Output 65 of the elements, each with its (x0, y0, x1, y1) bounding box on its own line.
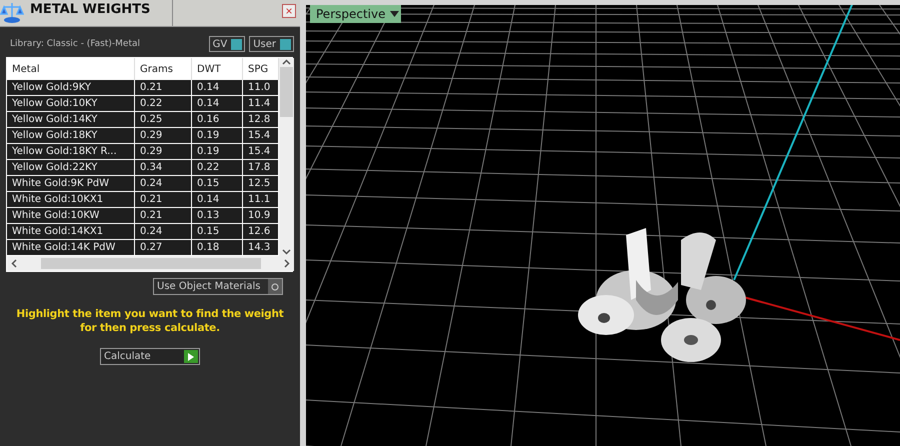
table-cell: 0.15 (192, 176, 243, 192)
table-cell: 0.18 (192, 240, 243, 256)
table-cell: 0.15 (192, 224, 243, 240)
view-mode-tab[interactable]: Perspective (310, 5, 400, 23)
scale-icon (0, 0, 24, 24)
table-cell: 17.8 (243, 160, 279, 176)
table-cell: 0.21 (135, 208, 192, 224)
table-cell: 12.8 (243, 112, 279, 128)
chevron-up-icon[interactable] (282, 58, 291, 67)
table-cell: 0.13 (192, 208, 243, 224)
table-cell: 12.5 (243, 176, 279, 192)
table-cell: 12.6 (243, 224, 279, 240)
table-cell: 0.14 (192, 80, 243, 96)
table-cell: White Gold:10KW (7, 208, 135, 224)
table-cell: 15.4 (243, 128, 279, 144)
table-cell: 0.27 (135, 240, 192, 256)
scrollbar-thumb[interactable] (280, 67, 293, 117)
library-label: Library: Classic - (Fast)-Metal (10, 39, 142, 49)
table-cell: 0.22 (135, 96, 192, 112)
close-button[interactable]: × (282, 4, 296, 18)
table-cell: 11.4 (243, 96, 279, 112)
table-cell: 11.0 (243, 80, 279, 96)
table-cell: 0.19 (192, 128, 243, 144)
instruction-text: Highlight the item you want to find the weight for then press calculate. (15, 307, 285, 335)
table-cell: 0.25 (135, 112, 192, 128)
table-cell: 0.16 (192, 112, 243, 128)
circle-icon (271, 282, 279, 290)
scrollbar-thumb[interactable] (40, 258, 260, 269)
table-cell: White Gold:10KX1 (7, 192, 135, 208)
table-cell: 0.29 (135, 144, 192, 160)
chevron-down-icon[interactable] (282, 247, 291, 256)
table-cell: 14.3 (243, 240, 279, 256)
table-cell: Yellow Gold:14KY (7, 112, 135, 128)
table-cell: Yellow Gold:18KY R... (7, 144, 135, 160)
table-cell: White Gold:9K PdW (7, 176, 135, 192)
table-cell: Yellow Gold:9KY (7, 80, 135, 96)
caret-icon (390, 11, 398, 17)
table-cell: 0.22 (192, 160, 243, 176)
table-cell: 10.9 (243, 208, 279, 224)
table-cell: 0.34 (135, 160, 192, 176)
chevron-right-icon[interactable] (282, 259, 291, 268)
table-cell: Yellow Gold:22KY (7, 160, 135, 176)
table-cell: White Gold:14K PdW (7, 240, 135, 256)
play-icon (188, 352, 194, 360)
table-cell: Yellow Gold:18KY (7, 128, 135, 144)
table-cell: 0.29 (135, 128, 192, 144)
table-cell: White Gold:14KX1 (7, 224, 135, 240)
table-cell: 11.1 (243, 192, 279, 208)
toggle-button[interactable]: User (249, 36, 294, 52)
table-cell: 0.19 (192, 144, 243, 160)
chevron-left-icon[interactable] (10, 259, 19, 268)
table-cell: 0.14 (192, 96, 243, 112)
toggle-button[interactable]: GV (208, 36, 246, 52)
table-cell: 0.14 (192, 192, 243, 208)
horizontal-scrollbar[interactable] (7, 256, 294, 271)
table-cell: 0.24 (135, 224, 192, 240)
table-cell: 0.24 (135, 176, 192, 192)
table-cell: 15.4 (243, 144, 279, 160)
table-cell: Yellow Gold:10KY (7, 96, 135, 112)
table-cell: 0.21 (135, 192, 192, 208)
use-object-materials-toggle[interactable]: Use Object Materials (153, 278, 283, 295)
panel-title: METAL WEIGHTS (24, 0, 173, 26)
table-cell: 0.21 (135, 80, 192, 96)
calculate-button[interactable]: Calculate (100, 348, 200, 365)
vertical-scrollbar[interactable] (279, 58, 294, 256)
